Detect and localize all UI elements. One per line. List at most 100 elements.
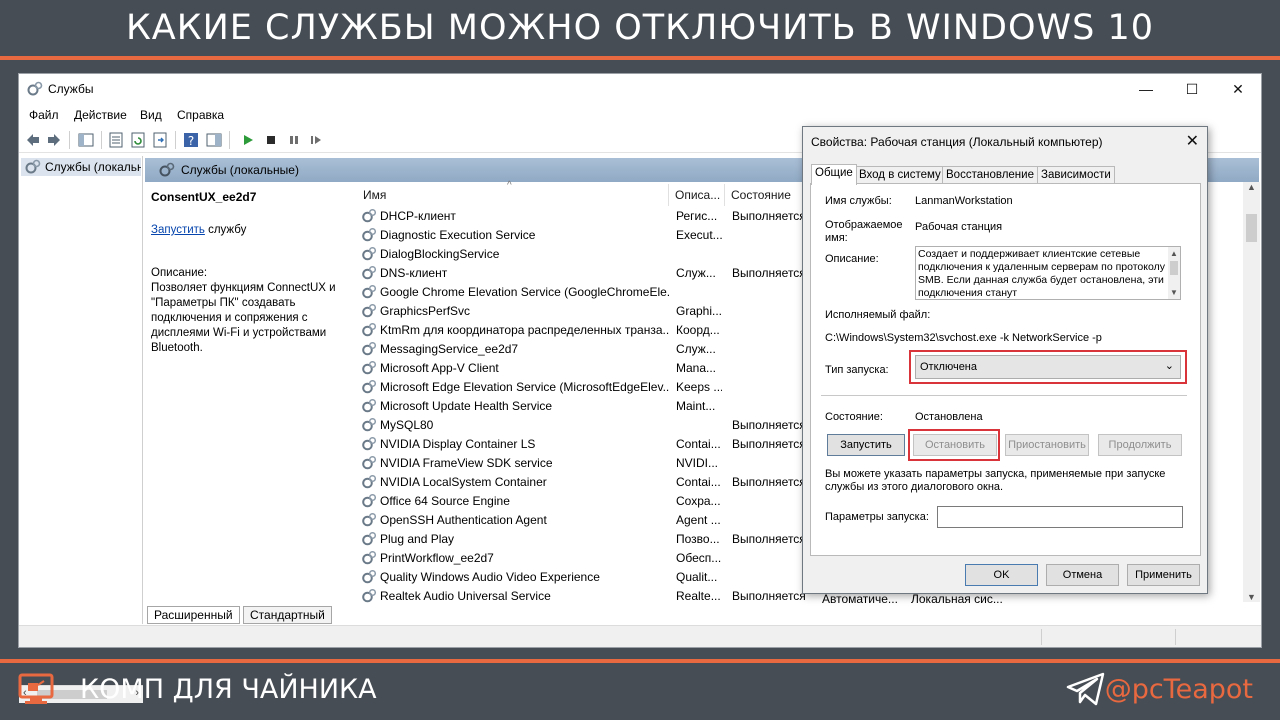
scroll-up-icon[interactable]: ▲ <box>1170 247 1178 260</box>
pause-button[interactable]: Приостановить <box>1005 434 1089 456</box>
resume-button[interactable]: Продолжить <box>1098 434 1182 456</box>
service-name-cell: NVIDIA FrameView SDK service <box>380 456 553 470</box>
table-row[interactable]: GraphicsPerfSvc Graphi... <box>361 302 823 321</box>
gears-icon <box>361 436 377 452</box>
table-row[interactable]: NVIDIA FrameView SDK service NVIDI... <box>361 454 823 473</box>
service-description-cell: Contai... <box>676 475 721 489</box>
table-row[interactable]: DHCP-клиент Регис... Выполняется <box>361 207 823 226</box>
list-vertical-scrollbar[interactable]: ▲ ▼ <box>1243 182 1260 602</box>
table-row[interactable]: OpenSSH Authentication Agent Agent ... <box>361 511 823 530</box>
table-row[interactable]: Microsoft Edge Elevation Service (Micros… <box>361 378 823 397</box>
start-service-icon[interactable] <box>239 131 257 149</box>
stop-service-icon[interactable] <box>262 131 280 149</box>
table-row[interactable]: DialogBlockingService <box>361 245 823 264</box>
table-row[interactable]: NVIDIA Display Container LS Contai... Выпо… <box>361 435 823 454</box>
table-row[interactable]: MySQL80 Выполняется <box>361 416 823 435</box>
service-description-cell: Contai... <box>676 437 721 451</box>
start-service-link[interactable]: Запустить <box>151 224 205 236</box>
scroll-down-icon[interactable]: ▼ <box>1170 286 1178 299</box>
gears-icon <box>361 455 377 471</box>
service-description-cell: Регис... <box>676 209 718 223</box>
cancel-button[interactable]: Отмена <box>1046 564 1119 586</box>
gears-icon <box>361 265 377 281</box>
services-list: DHCP-клиент Регис... Выполняется Diagnostic… <box>361 207 823 607</box>
gears-icon <box>361 322 377 338</box>
table-row[interactable]: Google Chrome Elevation Service (GoogleC… <box>361 283 823 302</box>
service-name-cell: PrintWorkflow_ee2d7 <box>380 551 494 565</box>
table-row[interactable]: NVIDIA LocalSystem Container Contai... Вып… <box>361 473 823 492</box>
service-description-cell: Позво... <box>676 532 720 546</box>
start-service-suffix: службу <box>204 224 247 236</box>
service-name-cell: GraphicsPerfSvc <box>380 304 471 318</box>
tab-general[interactable]: Общие <box>811 164 857 185</box>
apply-button[interactable]: Применить <box>1127 564 1200 586</box>
column-separator[interactable] <box>724 184 725 206</box>
description-value: Создает и поддерживает клиентские сетевы… <box>918 248 1165 299</box>
service-name-cell: Google Chrome Elevation Service (GoogleC… <box>380 285 670 299</box>
start-button[interactable]: Запустить <box>827 434 905 456</box>
column-separator[interactable] <box>668 184 669 206</box>
service-status-cell: Выполняется <box>732 437 806 451</box>
table-row[interactable]: Office 64 Source Engine Сохра... <box>361 492 823 511</box>
scroll-up-icon[interactable]: ▲ <box>1247 182 1256 192</box>
back-arrow-icon[interactable] <box>24 131 42 149</box>
maximize-button[interactable]: ☐ <box>1169 74 1215 104</box>
tab-standard[interactable]: Стандартный <box>243 606 332 624</box>
tab-dependencies[interactable]: Зависимости <box>1037 166 1115 184</box>
scroll-thumb[interactable] <box>1246 214 1257 242</box>
minimize-button[interactable]: — <box>1123 74 1169 104</box>
show-hide-pane-icon[interactable] <box>205 131 223 149</box>
tree-item-services-local[interactable]: Службы (локальные) <box>21 158 141 176</box>
ok-button[interactable]: OK <box>965 564 1038 586</box>
gears-icon <box>361 341 377 357</box>
menu-action[interactable]: Действие <box>74 108 127 122</box>
console-tree-icon[interactable] <box>77 131 95 149</box>
properties-sheet-icon[interactable] <box>107 131 125 149</box>
gears-icon <box>361 246 377 262</box>
restart-service-icon[interactable] <box>307 131 325 149</box>
close-button[interactable]: ✕ <box>1215 74 1261 104</box>
service-description-cell: Служ... <box>676 342 716 356</box>
column-name[interactable]: Имя <box>363 188 386 202</box>
export-list-icon[interactable] <box>151 131 169 149</box>
refresh-icon[interactable] <box>129 131 147 149</box>
table-row[interactable]: Realtek Audio Universal Service Realte...… <box>361 587 823 606</box>
service-name-cell: MessagingService_ee2d7 <box>380 342 519 356</box>
params-input[interactable] <box>937 506 1183 528</box>
table-row[interactable]: KtmRm для координатора распределенных тр… <box>361 321 823 340</box>
service-description-cell: Служ... <box>676 266 716 280</box>
menu-file[interactable]: Файл <box>29 108 59 122</box>
menu-view[interactable]: Вид <box>140 108 162 122</box>
scroll-down-icon[interactable]: ▼ <box>1247 592 1256 602</box>
help-icon[interactable]: ? <box>182 131 200 149</box>
table-row[interactable]: Quality Windows Audio Video Experience Qu… <box>361 568 823 587</box>
footer-handle[interactable]: @pcTeapot <box>1105 674 1253 705</box>
table-row[interactable]: DNS-клиент Служ... Выполняется <box>361 264 823 283</box>
tab-extended[interactable]: Расширенный <box>147 606 240 624</box>
service-name-cell: Plug and Play <box>380 532 455 546</box>
table-row[interactable]: MessagingService_ee2d7 Служ... <box>361 340 823 359</box>
description-scrollbar[interactable]: ▲ ▼ <box>1168 247 1180 299</box>
table-row[interactable]: Diagnostic Execution Service Execut... <box>361 226 823 245</box>
column-description[interactable]: Описа... <box>675 188 720 202</box>
dialog-close-button[interactable]: ✕ <box>1186 131 1199 151</box>
service-name-cell: Realtek Audio Universal Service <box>380 589 551 603</box>
service-name-cell: Microsoft Update Health Service <box>380 399 553 413</box>
tab-recovery[interactable]: Восстановление <box>942 166 1038 184</box>
table-row[interactable]: PrintWorkflow_ee2d7 Обесп... <box>361 549 823 568</box>
toolbar-separator <box>229 131 230 149</box>
pause-service-icon[interactable] <box>285 131 303 149</box>
scroll-thumb[interactable] <box>1170 261 1178 275</box>
table-row[interactable]: Plug and Play Позво... Выполняется <box>361 530 823 549</box>
table-row[interactable]: Microsoft App-V Client Mana... <box>361 359 823 378</box>
service-status-cell: Выполняется <box>732 589 806 603</box>
service-name-cell: Quality Windows Audio Video Experience <box>380 570 600 584</box>
menu-help[interactable]: Справка <box>177 108 224 122</box>
exe-label: Исполняемый файл: <box>825 309 931 321</box>
tab-logon[interactable]: Вход в систему <box>855 166 945 184</box>
gears-icon <box>361 398 377 414</box>
column-status[interactable]: Состояние <box>731 188 791 202</box>
forward-arrow-icon[interactable] <box>45 131 63 149</box>
menu-bar: Файл Действие Вид Справка <box>19 105 1261 125</box>
table-row[interactable]: Microsoft Update Health Service Maint... <box>361 397 823 416</box>
